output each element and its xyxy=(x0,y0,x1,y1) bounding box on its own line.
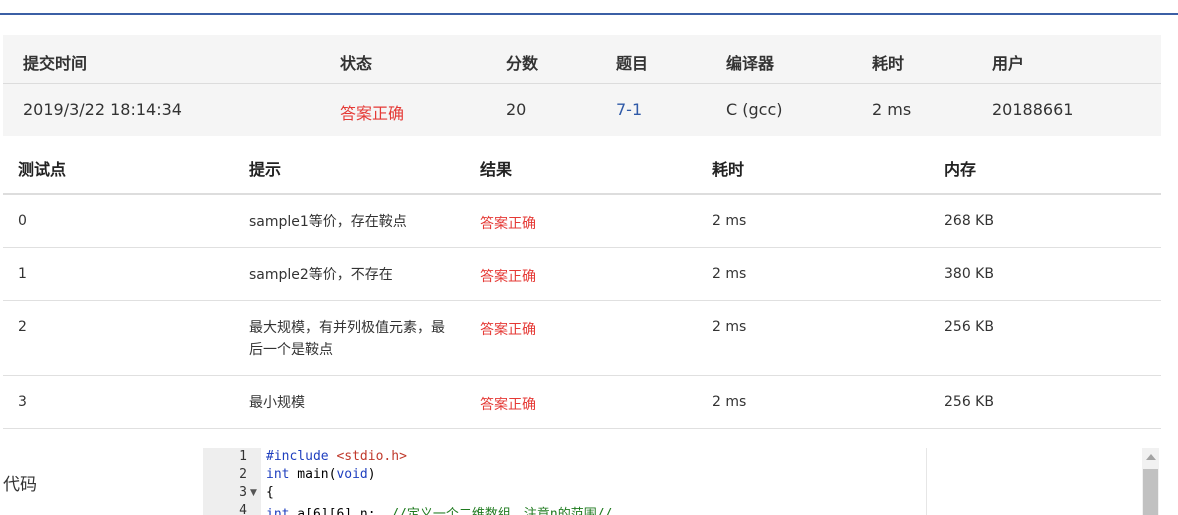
code-token: <stdio.h> xyxy=(328,449,407,464)
problem-link[interactable]: 7-1 xyxy=(616,100,642,119)
case-hint: 最大规模，有并列极值元素，最后一个是鞍点 xyxy=(249,320,445,358)
header-user: 用户 xyxy=(992,54,1025,73)
code-token: #include xyxy=(266,449,329,464)
submission-summary-table: 提交时间 状态 分数 题目 编译器 耗时 用户 2019/3/22 18:14:… xyxy=(3,35,1161,136)
scrollbar-thumb[interactable] xyxy=(1143,469,1158,515)
test-cases-table: 测试点 提示 结果 耗时 内存 0 sample1等价，存在鞍点 答案正确 2 … xyxy=(3,137,1161,429)
case-id: 1 xyxy=(18,266,27,282)
header-status: 状态 xyxy=(340,54,373,73)
summary-header-row: 提交时间 状态 分数 题目 编译器 耗时 用户 xyxy=(3,35,1161,84)
header-case: 测试点 xyxy=(18,160,67,179)
line-number: 3 xyxy=(239,485,247,500)
code-token: int xyxy=(266,507,290,515)
code-token: { xyxy=(266,485,274,500)
code-token: ) xyxy=(367,467,376,482)
case-memory: 380 KB xyxy=(944,266,994,282)
line-number-gutter: 1 2 3 ▼ 4 xyxy=(203,448,261,515)
header-memory: 内存 xyxy=(944,160,977,179)
code-line: int main(void) xyxy=(266,467,376,482)
case-hint: 最小规模 xyxy=(249,395,305,411)
table-row: 0 sample1等价，存在鞍点 答案正确 2 ms 268 KB xyxy=(3,195,1161,248)
case-id: 3 xyxy=(18,394,27,410)
case-time: 2 ms xyxy=(712,213,747,229)
case-id: 0 xyxy=(18,213,27,229)
cases-header-row: 测试点 提示 结果 耗时 内存 xyxy=(3,137,1161,195)
table-row: 3 最小规模 答案正确 2 ms 256 KB xyxy=(3,376,1161,429)
case-memory: 256 KB xyxy=(944,319,994,335)
header-submit-time: 提交时间 xyxy=(23,54,88,73)
code-token: main( xyxy=(289,467,337,482)
table-row: 2 最大规模，有并列极值元素，最后一个是鞍点 答案正确 2 ms 256 KB xyxy=(3,301,1161,376)
case-result: 答案正确 xyxy=(480,216,536,232)
code-line: #include <stdio.h> xyxy=(266,449,407,464)
case-result: 答案正确 xyxy=(480,269,536,285)
code-token: void xyxy=(336,467,368,482)
header-case-time: 耗时 xyxy=(712,160,745,179)
line-number: 1 xyxy=(239,449,247,464)
case-time: 2 ms xyxy=(712,394,747,410)
code-token: int xyxy=(266,467,290,482)
header-compiler: 编译器 xyxy=(726,54,775,73)
scroll-up-icon[interactable] xyxy=(1146,454,1156,460)
header-hint: 提示 xyxy=(249,160,282,179)
code-token: a[6][6],n; xyxy=(289,507,392,515)
print-margin xyxy=(926,448,927,515)
case-id: 2 xyxy=(18,319,27,335)
header-time: 耗时 xyxy=(872,54,905,73)
user-value: 20188661 xyxy=(992,100,1074,119)
time-value: 2 ms xyxy=(872,100,912,119)
score-value: 20 xyxy=(506,100,527,119)
line-number: 4 xyxy=(239,503,247,515)
case-result: 答案正确 xyxy=(480,322,536,338)
case-hint: sample2等价，不存在 xyxy=(249,267,393,283)
line-number: 2 xyxy=(239,467,247,482)
case-result: 答案正确 xyxy=(480,397,536,413)
vertical-scrollbar[interactable] xyxy=(1142,448,1159,515)
header-score: 分数 xyxy=(506,54,539,73)
case-hint: sample1等价，存在鞍点 xyxy=(249,214,407,230)
case-time: 2 ms xyxy=(712,266,747,282)
compiler-value: C (gcc) xyxy=(726,100,783,119)
summary-row: 2019/3/22 18:14:34 答案正确 20 7-1 C (gcc) 2… xyxy=(3,84,1161,136)
header-result: 结果 xyxy=(480,160,513,179)
code-editor[interactable]: 1 2 3 ▼ 4 #include <stdio.h> int main(vo… xyxy=(203,448,1162,515)
header-divider xyxy=(0,13,1178,15)
status-badge: 答案正确 xyxy=(340,104,405,123)
code-line: int a[6][6],n; //定义一个二维数组，注意n的范围// xyxy=(266,503,612,515)
header-problem: 题目 xyxy=(616,54,649,73)
case-memory: 256 KB xyxy=(944,394,994,410)
code-line: { xyxy=(266,485,274,500)
code-label: 代码 xyxy=(3,475,37,495)
code-token: //定义一个二维数组，注意n的范围// xyxy=(391,507,613,515)
case-time: 2 ms xyxy=(712,319,747,335)
table-row: 1 sample2等价，不存在 答案正确 2 ms 380 KB xyxy=(3,248,1161,301)
fold-toggle-icon[interactable]: ▼ xyxy=(250,488,257,498)
case-memory: 268 KB xyxy=(944,213,994,229)
submit-time-value: 2019/3/22 18:14:34 xyxy=(23,100,182,119)
